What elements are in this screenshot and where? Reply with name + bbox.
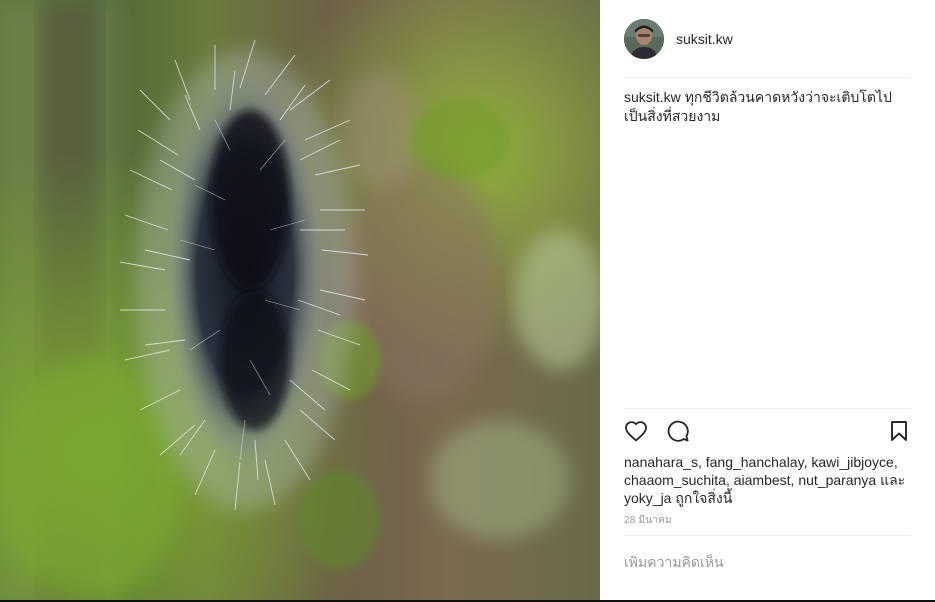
likes-and: และ <box>880 472 906 488</box>
liker-link[interactable]: aiambest <box>734 472 791 488</box>
separator: , <box>893 454 898 470</box>
avatar-image <box>624 18 664 59</box>
liker-link[interactable]: yoky_ja <box>624 490 671 506</box>
like-button[interactable] <box>624 419 648 443</box>
post-modal: suksit.kw suksit.kw ทุกชีวิตล้วนคาดหวังว… <box>0 0 935 602</box>
post-date[interactable]: 28 มีนาคม <box>624 513 911 535</box>
post-side-panel: suksit.kw suksit.kw ทุกชีวิตล้วนคาดหวังว… <box>600 0 935 602</box>
comment-button[interactable] <box>666 419 690 443</box>
liker-link[interactable]: kawi_jibjoyce <box>811 454 893 470</box>
caption-username[interactable]: suksit.kw <box>624 89 681 105</box>
comment-bubble-icon <box>667 420 689 442</box>
comment-box <box>624 535 911 588</box>
liker-link[interactable]: fang_hanchalay <box>706 454 804 470</box>
separator: , <box>725 472 734 488</box>
post-username[interactable]: suksit.kw <box>676 31 733 47</box>
bookmark-icon <box>891 421 907 441</box>
action-bar <box>624 409 911 453</box>
save-button[interactable] <box>887 419 911 443</box>
liker-link[interactable]: nut_paranya <box>798 472 876 488</box>
separator: , <box>697 454 706 470</box>
post-caption: suksit.kw ทุกชีวิตล้วนคาดหวังว่าจะเติบโต… <box>624 88 911 408</box>
caterpillar-photo <box>0 0 600 602</box>
liker-link[interactable]: nanahara_s <box>624 454 698 470</box>
likes-line: nanahara_s, fang_hanchalay, kawi_jibjoyc… <box>624 453 911 507</box>
post-header: suksit.kw <box>624 0 911 78</box>
liker-link[interactable]: chaaom_suchita <box>624 472 726 488</box>
likes-suffix: ถูกใจสิ่งนี้ <box>675 490 733 506</box>
post-photo[interactable] <box>0 0 600 602</box>
comment-input[interactable] <box>624 554 911 570</box>
heart-icon <box>625 421 647 442</box>
avatar[interactable] <box>624 18 664 59</box>
